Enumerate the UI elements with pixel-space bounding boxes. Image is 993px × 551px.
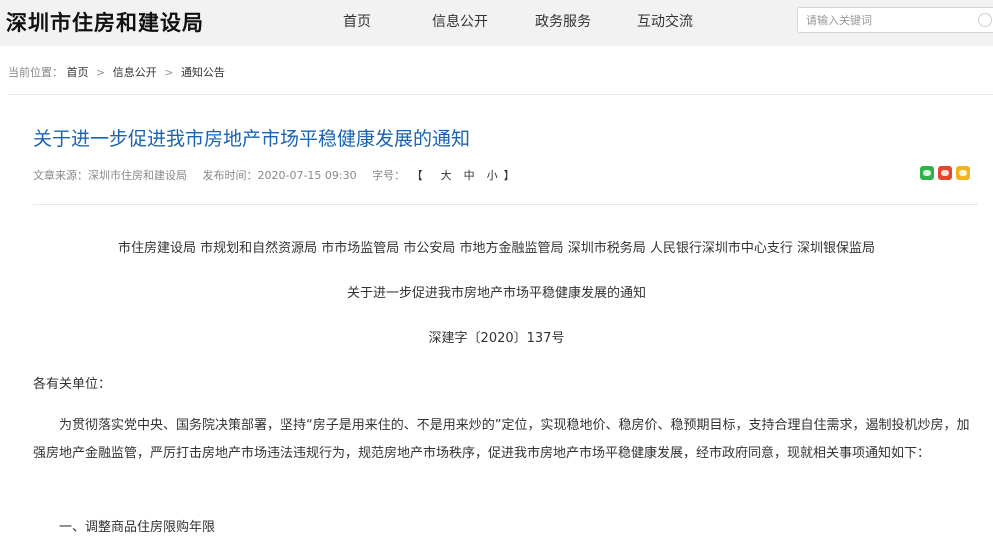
breadcrumb-notices[interactable]: 通知公告	[181, 66, 225, 79]
document-number: 深建字〔2020〕137号	[428, 331, 565, 346]
wechat-icon[interactable]	[920, 166, 934, 180]
section-heading: 一、调整商品住房限购年限	[59, 520, 216, 535]
weibo-icon[interactable]	[938, 166, 952, 180]
font-size-control: 【 大中小】	[417, 169, 527, 182]
font-size-small[interactable]: 小	[487, 169, 498, 182]
document-title: 关于进一步促进我市房地产市场平稳健康发展的通知	[346, 286, 646, 301]
breadcrumb-separator: >	[164, 66, 174, 79]
bracket-open: 【	[417, 169, 423, 182]
divider	[8, 94, 993, 95]
nav-home[interactable]: 首页	[343, 11, 371, 31]
article-publish-time: 发布时间：2020-07-15 09:30	[202, 169, 357, 182]
site-logo[interactable]: 深圳市住房和建设局	[6, 7, 204, 37]
font-size-label: 字号：	[372, 169, 406, 182]
breadcrumb-separator: >	[96, 66, 106, 79]
nav-interaction[interactable]: 互动交流	[637, 11, 693, 31]
top-navigation-bar: 深圳市住房和建设局 首页 信息公开 政务服务 互动交流	[0, 0, 993, 46]
bracket-close: 】	[503, 169, 515, 182]
breadcrumb-info-disclosure[interactable]: 信息公开	[113, 66, 157, 79]
issuing-agencies: 市住房建设局 市规划和自然资源局 市市场监管局 市公安局 市地方金融监管局 深圳…	[118, 241, 875, 256]
nav-government-services[interactable]: 政务服务	[535, 11, 591, 31]
search-box	[797, 7, 993, 33]
qzone-icon[interactable]	[956, 166, 970, 180]
font-size-large[interactable]: 大	[441, 169, 452, 182]
breadcrumb: 当前位置： 首页 > 信息公开 > 通知公告	[8, 64, 225, 80]
breadcrumb-prefix: 当前位置：	[8, 66, 63, 79]
divider	[33, 204, 978, 205]
article-source: 文章来源：深圳市住房和建设局	[33, 169, 187, 182]
body-paragraph: 为贯彻落实党中央、国务院决策部署，坚持“房子是用来住的、不是用来炒的”定位，实现…	[33, 418, 970, 461]
salutation: 各有关单位：	[33, 377, 112, 392]
article-meta: 文章来源：深圳市住房和建设局 发布时间：2020-07-15 09:30 字号：…	[33, 167, 539, 183]
article-title: 关于进一步促进我市房地产市场平稳健康发展的通知	[33, 128, 471, 150]
nav-info-disclosure[interactable]: 信息公开	[432, 11, 488, 31]
font-size-medium[interactable]: 中	[464, 169, 475, 182]
search-icon[interactable]	[978, 13, 992, 27]
search-input[interactable]	[806, 11, 966, 29]
breadcrumb-home[interactable]: 首页	[67, 66, 89, 79]
